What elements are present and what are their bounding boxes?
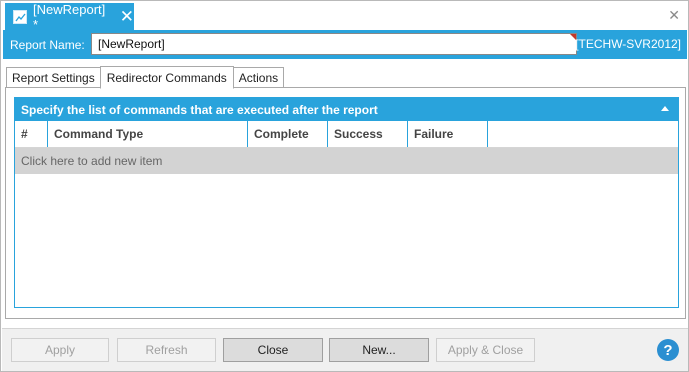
report-name-bar: Report Name: [TECHW-SVR2012] <box>3 30 687 59</box>
apply-button[interactable]: Apply <box>11 338 109 362</box>
tab-report-settings[interactable]: Report Settings <box>6 67 101 88</box>
close-tab-icon[interactable]: ✕ <box>120 8 134 25</box>
refresh-button[interactable]: Refresh <box>117 338 216 362</box>
report-name-input[interactable] <box>91 33 577 55</box>
column-header-success[interactable]: Success <box>328 121 408 147</box>
add-new-item-row[interactable]: Click here to add new item <box>15 148 678 174</box>
column-header-failure[interactable]: Failure <box>408 121 488 147</box>
document-tabstrip: [NewReport] * ✕ ✕ <box>1 1 688 32</box>
button-bar: Apply Refresh Close New... Apply & Close… <box>2 328 688 371</box>
grid-column-headers: # Command Type Complete Success Failure <box>15 121 678 148</box>
report-window: [NewReport] * ✕ ✕ Report Name: [TECHW-SV… <box>0 0 689 372</box>
report-chart-icon <box>13 9 27 24</box>
close-window-icon[interactable]: ✕ <box>668 7 680 24</box>
commands-grid: Specify the list of commands that are ex… <box>14 97 679 308</box>
collapse-icon[interactable] <box>661 106 669 111</box>
column-header-complete[interactable]: Complete <box>248 121 328 147</box>
redirector-commands-panel: Specify the list of commands that are ex… <box>5 87 686 319</box>
column-header-number[interactable]: # <box>15 121 48 147</box>
document-tab-newreport[interactable]: [NewReport] * ✕ <box>5 1 134 32</box>
report-name-label: Report Name: <box>10 37 85 52</box>
document-tab-title: [NewReport] * <box>33 1 106 32</box>
tab-redirector-commands[interactable]: Redirector Commands <box>99 66 234 89</box>
help-icon[interactable]: ? <box>657 339 679 361</box>
column-header-command-type[interactable]: Command Type <box>48 121 248 147</box>
settings-tabs: Report Settings Redirector Commands Acti… <box>6 66 285 89</box>
apply-and-close-button[interactable]: Apply & Close <box>436 338 535 362</box>
new-button[interactable]: New... <box>329 338 429 362</box>
grid-title: Specify the list of commands that are ex… <box>21 102 378 117</box>
close-button[interactable]: Close <box>223 338 323 362</box>
tab-actions[interactable]: Actions <box>232 67 285 88</box>
grid-header[interactable]: Specify the list of commands that are ex… <box>15 98 678 121</box>
server-label[interactable]: [TECHW-SVR2012] <box>575 37 681 51</box>
